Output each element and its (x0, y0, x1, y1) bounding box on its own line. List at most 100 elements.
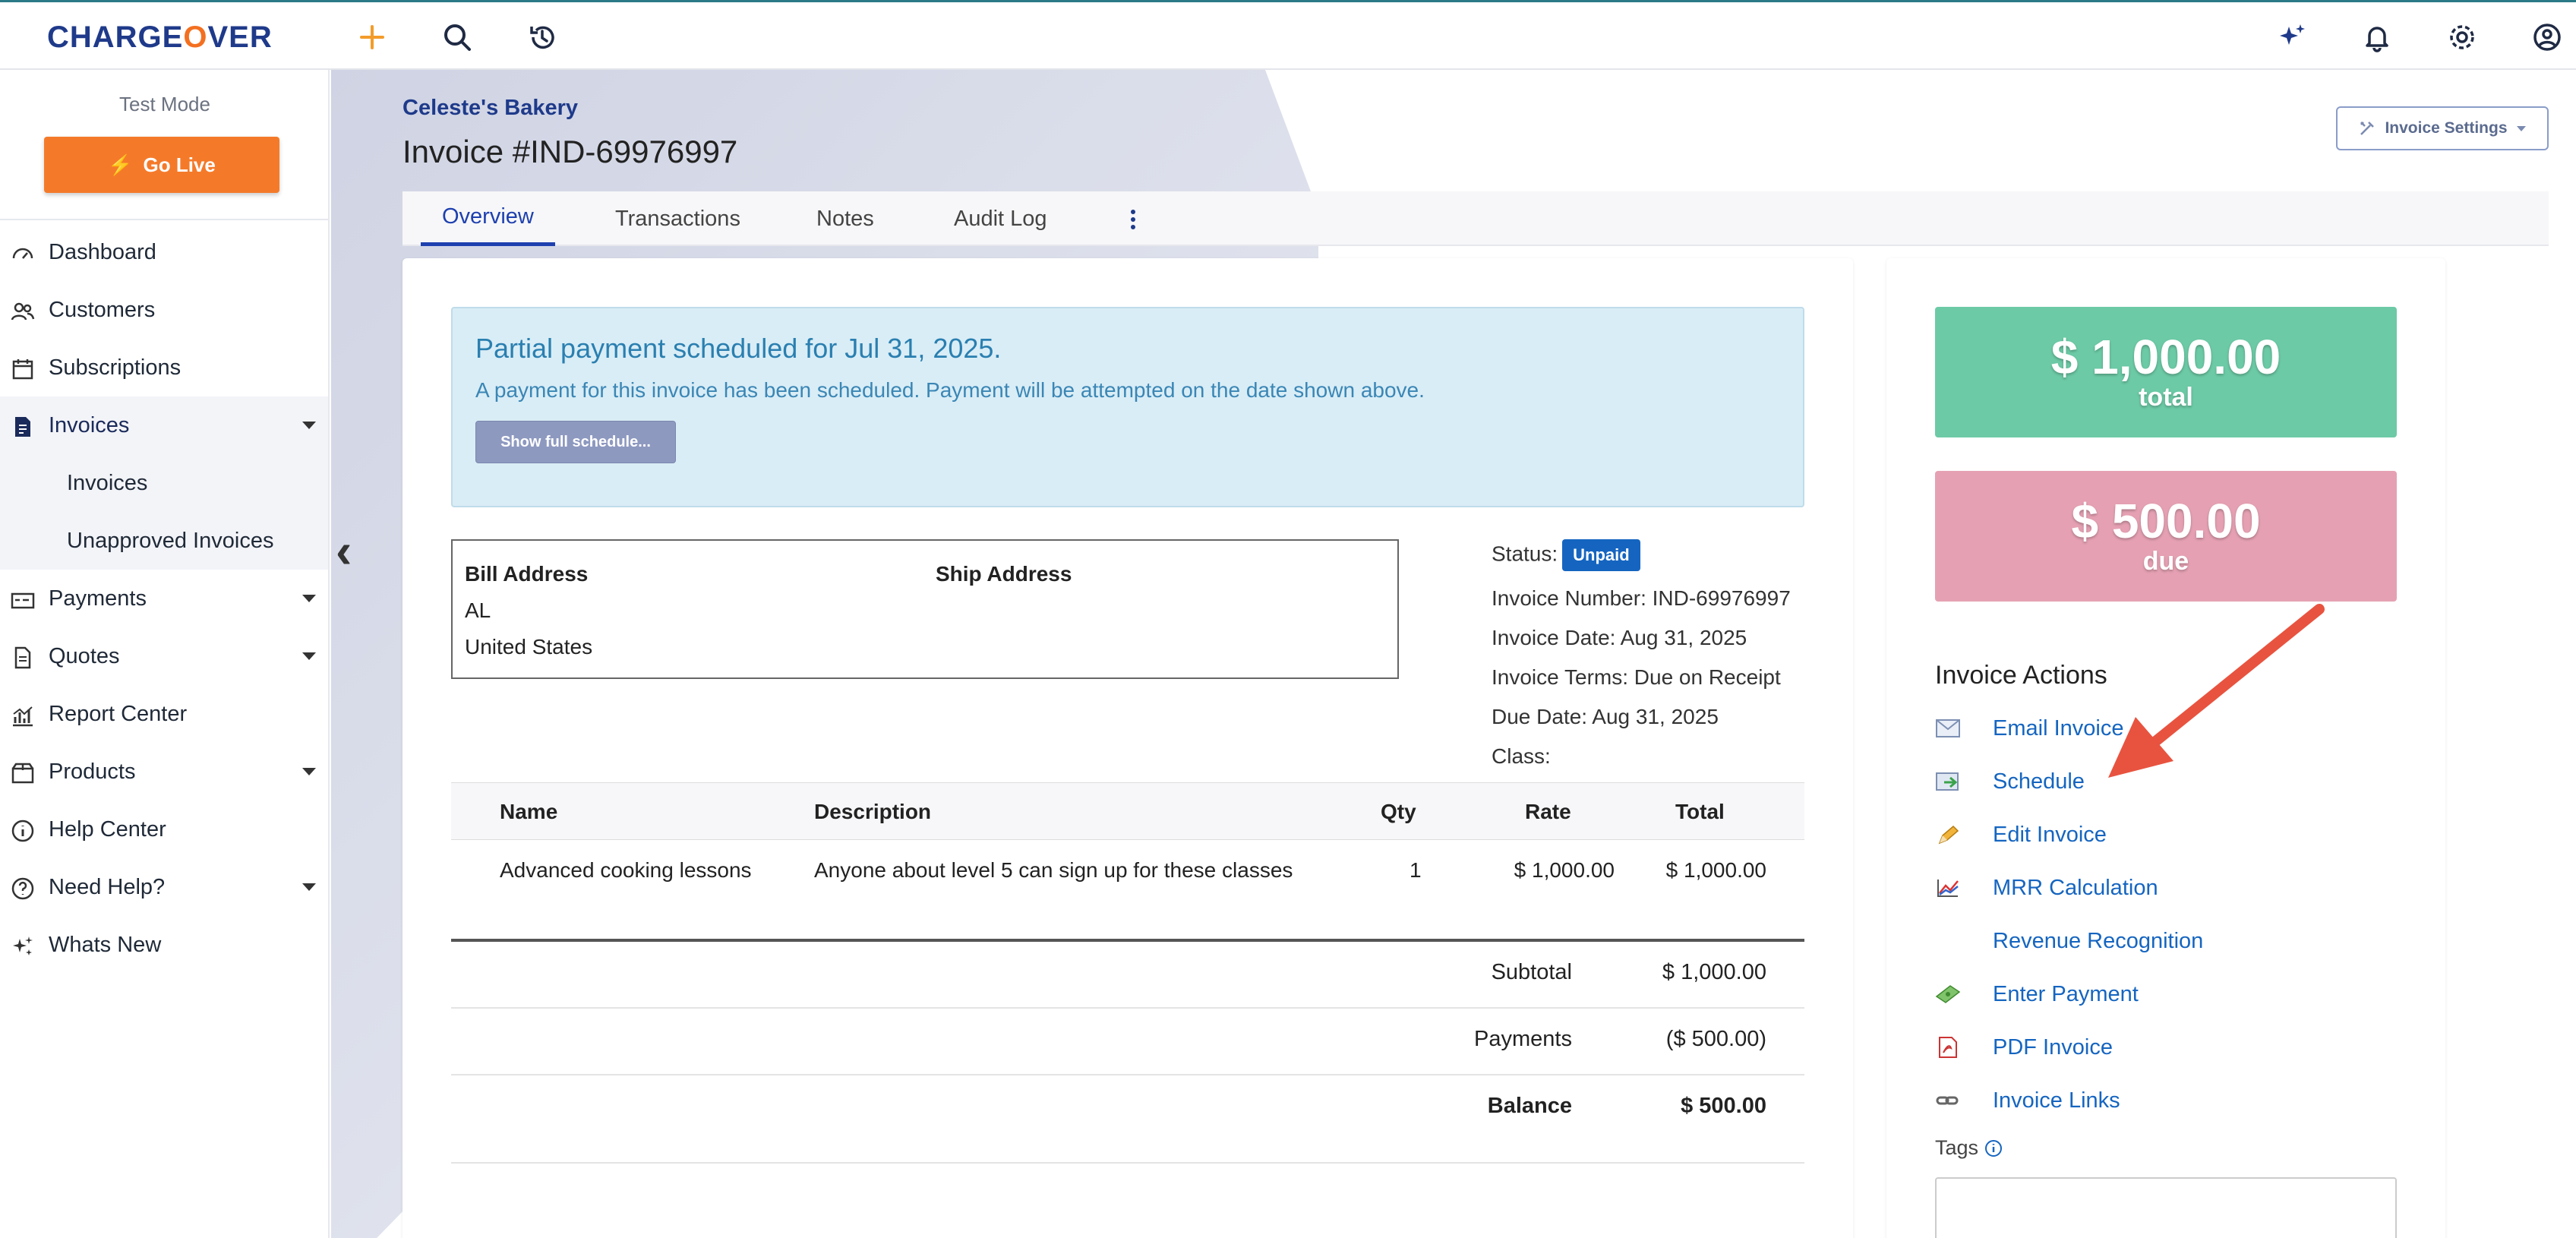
subtotal-label: Subtotal (1491, 960, 1572, 984)
sidebar-item-dashboard[interactable]: Dashboard (0, 223, 328, 281)
balance-label: Balance (1487, 1094, 1572, 1118)
ship-address-heading: Ship Address (936, 562, 1072, 586)
item-rate: $ 1,000.00 (1514, 858, 1615, 882)
sidebar-subitem-invoices[interactable]: Invoices (0, 454, 328, 512)
status-badge: Unpaid (1562, 539, 1640, 571)
sidebar-item-products[interactable]: Products (0, 743, 328, 801)
col-total: Total (1675, 800, 1725, 823)
pencil-icon (1938, 825, 1959, 845)
invoice-terms: Invoice Terms: Due on Receipt (1492, 665, 1781, 689)
document-icon (14, 646, 31, 669)
calendar-icon (12, 359, 33, 380)
total-summary-box: $ 1,000.00 total (1935, 307, 2397, 437)
invoice-settings-button[interactable]: Invoice Settings (2336, 106, 2549, 150)
sidebar: Test Mode ⚡ Go Live Dashboard Customers … (0, 70, 330, 1238)
tags-label: Tags (1935, 1136, 2003, 1160)
sidebar-item-report-center[interactable]: Report Center (0, 685, 328, 743)
link-icon (1936, 1096, 1959, 1105)
item-name: Advanced cooking lessons (500, 858, 752, 882)
tab-audit-log[interactable]: Audit Log (954, 191, 1047, 246)
tab-bar: Overview Transactions Notes Audit Log (402, 191, 2549, 246)
search-icon[interactable] (439, 19, 475, 55)
user-account-icon[interactable] (2529, 19, 2565, 55)
info-icon (11, 820, 34, 842)
divider (451, 1007, 1804, 1009)
invoice-icon (15, 417, 30, 437)
tools-icon (2360, 122, 2375, 135)
notice-text: A payment for this invoice has been sche… (475, 378, 1425, 402)
tab-overview[interactable]: Overview (421, 191, 555, 246)
ai-sparkle-icon[interactable] (2274, 19, 2310, 55)
sidebar-item-whats-new[interactable]: Whats New (0, 916, 328, 974)
sidebar-item-subscriptions[interactable]: Subscriptions (0, 339, 328, 396)
tags-input[interactable] (1935, 1177, 2397, 1238)
go-live-button[interactable]: ⚡ Go Live (44, 137, 279, 193)
summary-panel: $ 1,000.00 total $ 500.00 due Invoice Ac… (1886, 258, 2445, 1238)
sidebar-item-need-help[interactable]: Need Help? (0, 858, 328, 916)
notice-title: Partial payment scheduled for Jul 31, 20… (475, 333, 1002, 364)
col-qty: Qty (1381, 800, 1416, 823)
lightning-icon: ⚡ (108, 153, 133, 176)
address-box: Bill Address Ship Address AL United Stat… (451, 539, 1399, 679)
envelope-icon (1936, 719, 1960, 737)
chevron-down-icon (302, 422, 316, 429)
due-date: Due Date: Aug 31, 2025 (1492, 705, 1719, 728)
invoice-number: Invoice Number: IND-69976997 (1492, 586, 1791, 610)
total-amount: $ 1,000.00 (2050, 329, 2281, 384)
total-label: total (2139, 383, 2193, 412)
page-title: Invoice #IND-69976997 (402, 134, 738, 169)
more-options-icon[interactable] (1125, 208, 1141, 231)
sidebar-item-invoices[interactable]: Invoices (0, 396, 328, 454)
chargeover-logo[interactable]: CHARGEOVER (47, 21, 273, 55)
payments-label: Payments (1474, 1027, 1572, 1051)
test-mode-label: Test Mode (119, 93, 210, 115)
class-field: Class: (1492, 744, 1551, 768)
schedule-icon (1936, 772, 1959, 791)
speedometer-icon (12, 248, 33, 259)
payment-card-icon (11, 592, 35, 609)
bill-address-line: United States (465, 635, 593, 658)
sidebar-item-help-center[interactable]: Help Center (0, 801, 328, 858)
due-label: due (2142, 547, 2189, 576)
history-icon[interactable] (524, 19, 560, 55)
invoice-card: Partial payment scheduled for Jul 31, 20… (402, 258, 1853, 1238)
chevron-down-icon (302, 652, 316, 660)
tab-notes[interactable]: Notes (816, 191, 874, 246)
sidebar-divider (0, 219, 328, 220)
subtotal-value: $ 1,000.00 (1662, 960, 1766, 984)
item-total: $ 1,000.00 (1665, 858, 1766, 882)
totals-divider (451, 939, 1804, 942)
notifications-bell-icon[interactable] (2359, 19, 2395, 55)
line-items-header: Name Description Qty Rate Total (451, 782, 1804, 840)
collapse-sidebar-icon[interactable]: ‹ (336, 524, 361, 577)
chevron-down-icon (302, 883, 316, 891)
sidebar-item-customers[interactable]: Customers (0, 281, 328, 339)
show-full-schedule-button[interactable]: Show full schedule... (475, 421, 676, 463)
settings-gear-icon[interactable] (2444, 19, 2480, 55)
tab-transactions[interactable]: Transactions (615, 191, 740, 246)
due-amount: $ 500.00 (2071, 493, 2261, 548)
chart-icon (13, 706, 33, 727)
sparkle-icon (13, 936, 33, 955)
divider (451, 1162, 1804, 1164)
bill-address-heading: Bill Address (465, 562, 589, 586)
bill-address-line: AL (465, 598, 491, 622)
sidebar-item-quotes[interactable]: Quotes (0, 627, 328, 685)
col-name: Name (500, 800, 558, 823)
chevron-down-icon (2516, 125, 2526, 131)
sidebar-item-payments[interactable]: Payments (0, 570, 328, 627)
scheduled-payment-notice: Partial payment scheduled for Jul 31, 20… (451, 307, 1804, 507)
question-icon (11, 877, 34, 900)
invoice-date: Invoice Date: Aug 31, 2025 (1492, 626, 1747, 649)
payments-value: ($ 500.00) (1665, 1027, 1766, 1051)
col-description: Description (814, 800, 932, 823)
money-icon (1935, 985, 1961, 1003)
sidebar-subitem-unapproved-invoices[interactable]: Unapproved Invoices (0, 512, 328, 570)
mrr-chart-icon (1937, 880, 1959, 897)
invoice-actions-heading: Invoice Actions (1935, 661, 2107, 690)
info-icon[interactable] (1984, 1139, 2003, 1157)
users-icon (11, 302, 35, 321)
company-name-link[interactable]: Celeste's Bakery (402, 96, 578, 121)
add-icon[interactable] (354, 19, 390, 55)
top-bar: CHARGEOVER (0, 0, 2576, 70)
